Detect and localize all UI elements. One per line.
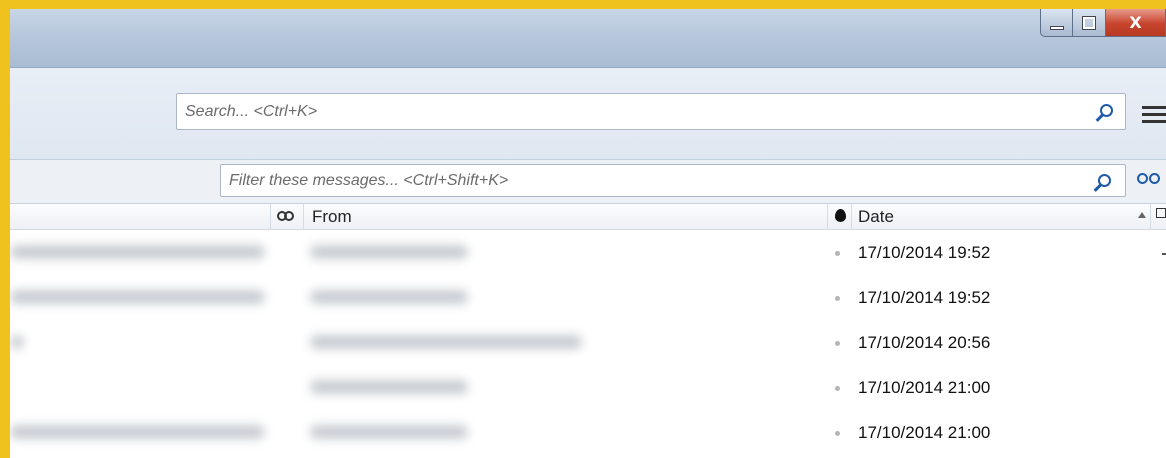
title-bar[interactable]: X	[10, 9, 1166, 68]
quick-filter-icon[interactable]	[1132, 171, 1166, 189]
filter-messages-input[interactable]: Filter these messages... <Ctrl+Shift+K>	[220, 164, 1126, 197]
scrollbar[interactable]	[1162, 253, 1166, 255]
search-placeholder: Search... <Ctrl+K>	[185, 103, 318, 120]
table-row[interactable]: 17/10/2014 19:52	[10, 231, 1166, 276]
quick-filter-bar: Filter these messages... <Ctrl+Shift+K>	[10, 160, 1166, 204]
column-from[interactable]: From	[312, 207, 352, 227]
read-status-icon[interactable]	[277, 210, 294, 221]
junk-dot-icon	[835, 341, 840, 346]
date-cell: 17/10/2014 21:00	[858, 378, 991, 397]
minimize-icon	[1049, 25, 1064, 30]
date-cell: 17/10/2014 19:52	[858, 243, 991, 262]
junk-dot-icon	[835, 296, 840, 301]
filter-placeholder: Filter these messages... <Ctrl+Shift+K>	[229, 172, 509, 189]
subject-cell-redacted	[10, 245, 265, 259]
junk-status-icon[interactable]	[835, 209, 846, 222]
message-list: 17/10/2014 19:52 17/10/2014 19:52 17/10/…	[10, 231, 1166, 458]
from-cell-redacted	[310, 335, 582, 349]
main-toolbar: Search... <Ctrl+K>	[10, 68, 1166, 160]
table-row[interactable]: 17/10/2014 19:52	[10, 276, 1166, 321]
junk-dot-icon	[835, 386, 840, 391]
subject-cell-redacted	[10, 335, 24, 349]
junk-dot-icon	[835, 251, 840, 256]
junk-dot-icon	[835, 431, 840, 436]
minimize-button[interactable]	[1040, 9, 1073, 37]
thunderbird-window: X Search... <Ctrl+K> Filter these messag…	[10, 9, 1166, 458]
table-row[interactable]: 17/10/2014 21:00	[10, 411, 1166, 456]
message-list-header: From Date	[10, 204, 1166, 230]
menu-icon[interactable]	[1142, 106, 1166, 124]
column-separator[interactable]	[270, 204, 271, 230]
column-separator[interactable]	[827, 204, 828, 230]
date-cell: 17/10/2014 21:00	[858, 423, 991, 442]
sort-ascending-icon	[1138, 212, 1146, 218]
global-search-input[interactable]: Search... <Ctrl+K>	[176, 93, 1126, 130]
date-cell: 17/10/2014 19:52	[858, 288, 991, 307]
close-button[interactable]: X	[1106, 9, 1166, 37]
subject-cell-redacted	[10, 290, 265, 304]
column-picker-icon[interactable]	[1156, 208, 1166, 218]
window-controls: X	[1040, 9, 1166, 37]
column-separator[interactable]	[851, 204, 852, 230]
maximize-icon	[1082, 15, 1096, 30]
from-cell-redacted	[310, 425, 468, 439]
date-cell: 17/10/2014 20:56	[858, 333, 991, 352]
from-cell-redacted	[310, 290, 468, 304]
from-cell-redacted	[310, 380, 468, 394]
column-separator[interactable]	[1150, 204, 1151, 230]
search-icon[interactable]	[1100, 104, 1113, 117]
table-row[interactable]: 17/10/2014 21:00	[10, 366, 1166, 411]
column-separator[interactable]	[303, 204, 304, 230]
subject-cell-redacted	[10, 425, 265, 439]
table-row[interactable]: 17/10/2014 20:56	[10, 321, 1166, 366]
filter-search-icon[interactable]	[1098, 174, 1111, 187]
close-icon: X	[1129, 13, 1142, 32]
column-date[interactable]: Date	[858, 207, 894, 227]
from-cell-redacted	[310, 245, 468, 259]
maximize-button[interactable]	[1073, 9, 1106, 37]
